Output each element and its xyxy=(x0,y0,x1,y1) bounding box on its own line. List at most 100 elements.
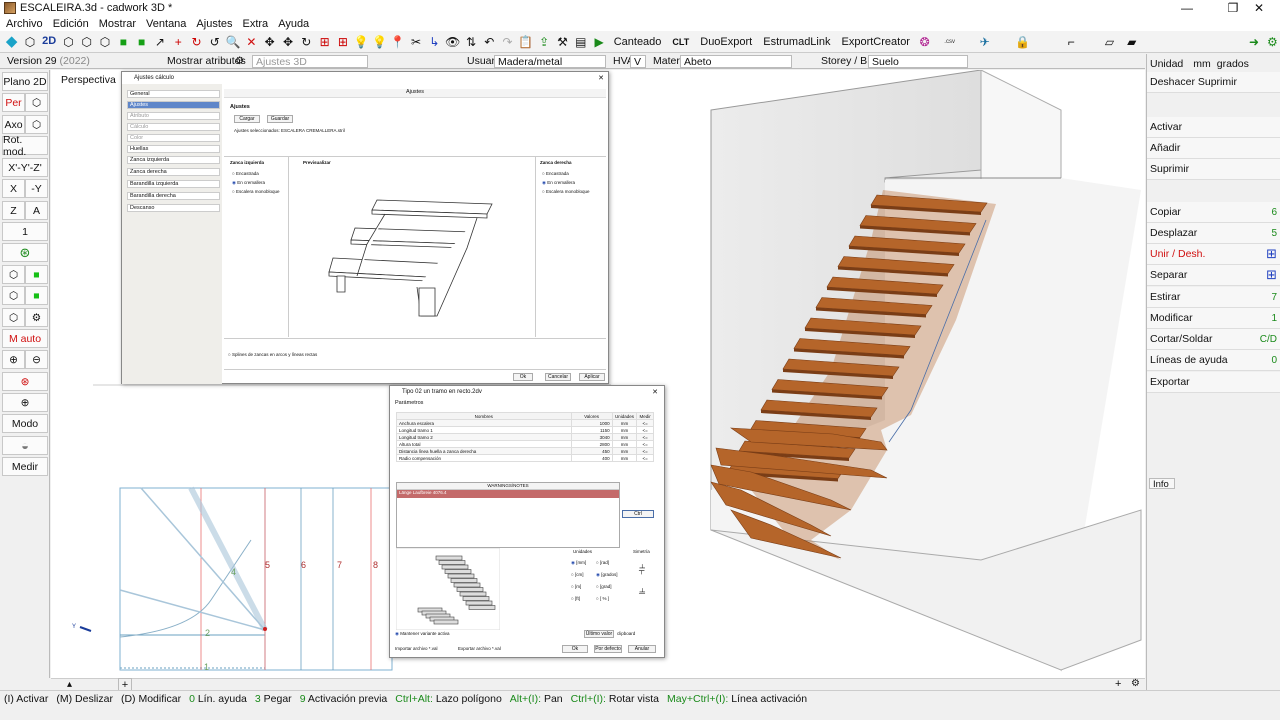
next-icon[interactable]: ▶ xyxy=(591,34,606,50)
cube-wire-icon[interactable]: ⬡ xyxy=(2,286,25,305)
bulb-icon[interactable]: 💡 xyxy=(354,34,369,50)
beam-icon[interactable]: ▱ xyxy=(1102,34,1117,50)
cube-green-icon[interactable]: ■ xyxy=(116,34,131,50)
menu-extra[interactable]: Extra xyxy=(243,18,269,30)
param-value[interactable]: 1150 xyxy=(570,426,613,434)
param-measure[interactable]: <= xyxy=(636,419,654,427)
nav-descanso[interactable]: Descanso xyxy=(127,204,220,212)
ctrl-button[interactable]: Ctrl xyxy=(622,510,654,518)
cmd-añadir[interactable]: Añadir xyxy=(1147,138,1280,159)
param-value[interactable]: 3040 xyxy=(570,433,613,441)
add-view-button[interactable]: + xyxy=(1115,678,1121,690)
cube-green-icon[interactable]: ■ xyxy=(25,265,48,284)
split-icon[interactable]: ⊞ xyxy=(335,34,350,50)
orbit-icon[interactable]: ⊛ xyxy=(2,243,48,262)
angle-unit[interactable]: grados xyxy=(1217,58,1249,70)
cmd-suprimir[interactable]: Suprimir xyxy=(1147,159,1280,180)
stair-params-dialog[interactable]: Tipo 02 un tramo en recto.2dv ✕ Parámetr… xyxy=(389,385,665,658)
radio-monobloque-left[interactable]: Escalera monobloque xyxy=(232,189,280,194)
settings-dialog[interactable]: Ajustes cálculo ✕ General Ajustes Atribu… xyxy=(121,71,609,384)
cube-wire-icon[interactable]: ⬡ xyxy=(2,265,25,284)
axo-button[interactable]: Axo xyxy=(2,115,25,134)
zoom-icon[interactable]: 🔍 xyxy=(225,34,241,50)
minimize-button[interactable]: — xyxy=(1164,0,1210,16)
cmd-deshacer-suprimir[interactable]: Deshacer Suprimir xyxy=(1147,72,1280,93)
dialog-close-icon[interactable]: ✕ xyxy=(598,74,604,82)
cube-green-icon[interactable]: ■ xyxy=(134,34,149,50)
radio-encastrada-right[interactable]: Encastrada xyxy=(542,171,569,176)
cube-view-icon[interactable]: ⬡ xyxy=(79,34,94,50)
cmd-unir-desh-[interactable]: Unir / Desh. ⊞ xyxy=(1147,244,1280,265)
cube-view-icon[interactable]: ⬡ xyxy=(97,34,112,50)
unit-mm[interactable]: [mm] xyxy=(571,560,586,566)
menu-ventana[interactable]: Ventana xyxy=(146,18,186,30)
unit-value[interactable]: mm xyxy=(1193,58,1211,70)
cmd-estirar[interactable]: Estirar 7 xyxy=(1147,287,1280,308)
board-icon[interactable]: ▰ xyxy=(1124,34,1139,50)
cancel-button[interactable]: Anular xyxy=(628,645,656,653)
default-button[interactable]: Por defecto xyxy=(594,645,622,653)
duoexport-button[interactable]: DuoExport xyxy=(696,36,756,48)
m-auto-button[interactable]: M auto xyxy=(2,329,48,348)
csv-export-button[interactable]: .csv xyxy=(935,34,964,50)
cancel-button[interactable]: Cancelar xyxy=(545,373,571,381)
cube-view-icon[interactable]: ⬡ xyxy=(61,34,76,50)
zoom-in-icon[interactable]: ⊕ xyxy=(2,350,25,369)
unit-ft[interactable]: [ft] xyxy=(571,596,580,601)
lock-icon[interactable]: 🔒 xyxy=(1015,34,1030,50)
plus-icon[interactable]: + xyxy=(171,34,186,50)
a-button[interactable]: A xyxy=(25,201,48,220)
cmd-copiar[interactable]: Copiar 6 xyxy=(1147,202,1280,223)
guardar-button[interactable]: Guardar xyxy=(267,115,293,123)
nav-huellas[interactable]: Huellas xyxy=(127,145,220,153)
redo-icon[interactable]: ↺ xyxy=(207,34,222,50)
ajustes3d-select[interactable]: Ajustes 3D xyxy=(252,55,368,68)
nav-ajustes[interactable]: Ajustes xyxy=(127,101,220,109)
nav-barandilla-derecha[interactable]: Barandilla derecha xyxy=(127,192,220,200)
hva-field[interactable]: V xyxy=(630,55,646,68)
settings-icon[interactable]: ⚙ xyxy=(25,308,48,327)
param-value[interactable]: 1000 xyxy=(570,419,613,427)
tools-icon[interactable]: ⚒ xyxy=(555,34,570,50)
cube-axo-icon[interactable]: ⬡ xyxy=(25,115,48,134)
export-icon[interactable]: ⇪ xyxy=(537,34,552,50)
settings-icon[interactable]: ⚙ xyxy=(1131,678,1140,689)
storey-field[interactable]: Suelo xyxy=(868,55,968,68)
radio-cremallera-right[interactable]: En cremallera xyxy=(542,180,575,186)
view-2d-button[interactable]: 2D xyxy=(41,34,58,50)
param-measure[interactable]: <= xyxy=(636,454,654,462)
tool-icon[interactable]: ✈ xyxy=(977,34,992,50)
move-icon[interactable]: ✥ xyxy=(280,34,295,50)
cmd-desplazar[interactable]: Desplazar 5 xyxy=(1147,223,1280,244)
radio-encastrada-left[interactable]: Encastrada xyxy=(232,171,259,176)
param-value[interactable]: 400 xyxy=(570,454,613,462)
green-arrow-icon[interactable]: ➜ xyxy=(1246,34,1261,50)
estrumadlink-button[interactable]: EstrumadLink xyxy=(759,36,834,48)
nav-barandilla-izquierda[interactable]: Barandilla izquierda xyxy=(127,180,220,188)
close-button[interactable]: ✕ xyxy=(1236,0,1280,16)
param-measure[interactable]: <= xyxy=(636,447,654,455)
join-icon[interactable]: ⊞ xyxy=(1266,246,1277,262)
floor-plan-2d[interactable] xyxy=(79,486,393,671)
unit-percent[interactable]: [ % ] xyxy=(596,596,609,601)
nav-zanca-izquierda[interactable]: Zanca izquierda xyxy=(127,156,220,164)
cube-color-icon[interactable]: ◆ xyxy=(4,34,19,50)
unit-m[interactable]: [m] xyxy=(571,584,581,589)
perspective-button[interactable]: Per xyxy=(2,93,25,112)
param-row[interactable]: Radio compensación 400 mm <= xyxy=(396,454,654,462)
cmd-cortar-soldar[interactable]: Cortar/Soldar C/D xyxy=(1147,329,1280,350)
x-button[interactable]: X xyxy=(2,179,25,198)
zoom-fit-icon[interactable]: ⊕ xyxy=(2,393,48,412)
ok-button[interactable]: Ok xyxy=(562,645,588,653)
nav-calculo[interactable]: Cálculo xyxy=(127,123,220,131)
keep-variant-checkbox[interactable]: Mantener variante activa xyxy=(395,631,449,637)
plano-2d-button[interactable]: Plano 2D xyxy=(2,72,48,91)
cmd-l-neas-de-ayuda[interactable]: Líneas de ayuda 0 xyxy=(1147,350,1280,371)
arrows-icon[interactable]: ⇅ xyxy=(463,34,478,50)
cmd-modificar[interactable]: Modificar 1 xyxy=(1147,308,1280,329)
rot-mod-button[interactable]: Rot. mod. xyxy=(2,134,48,158)
cube-wire-icon[interactable]: ⬡ xyxy=(2,308,25,327)
param-row[interactable]: Distancia línea huella a zanca derecha 45… xyxy=(396,447,654,455)
pin-icon[interactable]: 📍 xyxy=(390,34,405,50)
cmd-exportar[interactable]: Exportar xyxy=(1147,372,1280,393)
